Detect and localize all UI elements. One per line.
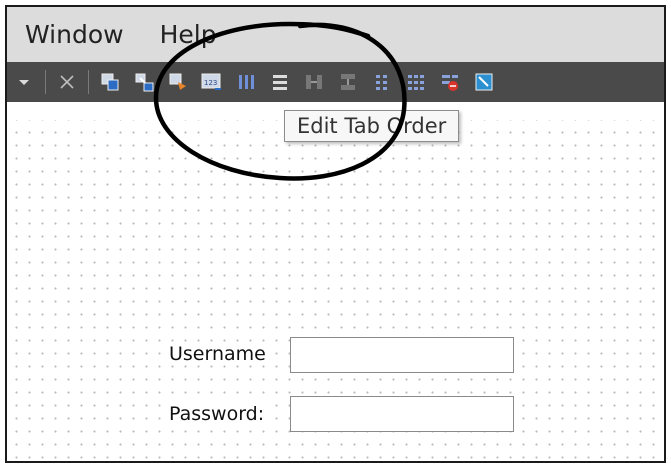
menu-help[interactable]: Help xyxy=(142,7,235,62)
menu-bar: Window Help xyxy=(7,7,664,62)
break-layout-icon[interactable] xyxy=(439,71,461,93)
layout-horizontal-splitter-icon[interactable] xyxy=(303,71,325,93)
layout-grid-icon[interactable] xyxy=(405,71,427,93)
tooltip: Edit Tab Order xyxy=(284,110,460,142)
svg-text:123: 123 xyxy=(204,79,217,87)
layout-form-icon[interactable] xyxy=(371,71,393,93)
edit-widgets-icon[interactable] xyxy=(99,71,121,93)
edit-buddies-icon[interactable] xyxy=(167,71,189,93)
designer-window: Window Help 123 Username Password: xyxy=(5,5,666,463)
edit-tab-order-icon[interactable]: 123 xyxy=(201,71,223,93)
layout-vertical-icon[interactable] xyxy=(269,71,291,93)
password-label: Password: xyxy=(167,403,267,425)
form-editor-toolbar: 123 xyxy=(7,62,664,102)
toolbar-separator xyxy=(45,70,46,94)
layout-vertical-splitter-icon[interactable] xyxy=(337,71,359,93)
password-field[interactable] xyxy=(290,396,514,432)
close-icon[interactable] xyxy=(56,71,78,93)
username-label: Username xyxy=(167,343,268,365)
edit-signals-slots-icon[interactable] xyxy=(133,71,155,93)
toolbar-separator xyxy=(88,70,89,94)
adjust-size-icon[interactable] xyxy=(473,71,495,93)
layout-horizontal-icon[interactable] xyxy=(235,71,257,93)
menu-window[interactable]: Window xyxy=(7,7,142,62)
dropdown-arrow-icon[interactable] xyxy=(13,71,35,93)
username-field[interactable] xyxy=(290,337,514,373)
